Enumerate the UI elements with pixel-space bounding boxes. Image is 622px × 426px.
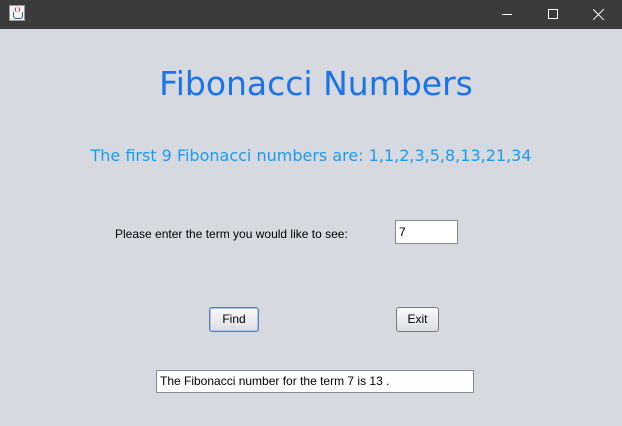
term-input[interactable]: 7 <box>395 220 458 244</box>
page-title: Fibonacci Numbers <box>159 64 473 103</box>
exit-button[interactable]: Exit <box>396 307 439 332</box>
term-prompt-label: Please enter the term you would like to … <box>115 227 348 241</box>
minimize-button[interactable] <box>484 0 530 29</box>
maximize-icon <box>548 9 558 19</box>
title-bar[interactable] <box>0 0 622 29</box>
maximize-button[interactable] <box>530 0 576 29</box>
result-field[interactable]: The Fibonacci number for the term 7 is 1… <box>156 370 474 393</box>
close-button[interactable] <box>576 0 622 29</box>
fibonacci-sequence-text: The first 9 Fibonacci numbers are: 1,1,2… <box>90 146 532 165</box>
find-button[interactable]: Find <box>209 307 259 332</box>
app-window: Fibonacci Numbers The first 9 Fibonacci … <box>0 0 622 426</box>
java-cup-icon[interactable] <box>9 5 25 21</box>
minimize-icon <box>502 14 512 15</box>
close-icon <box>592 8 606 22</box>
